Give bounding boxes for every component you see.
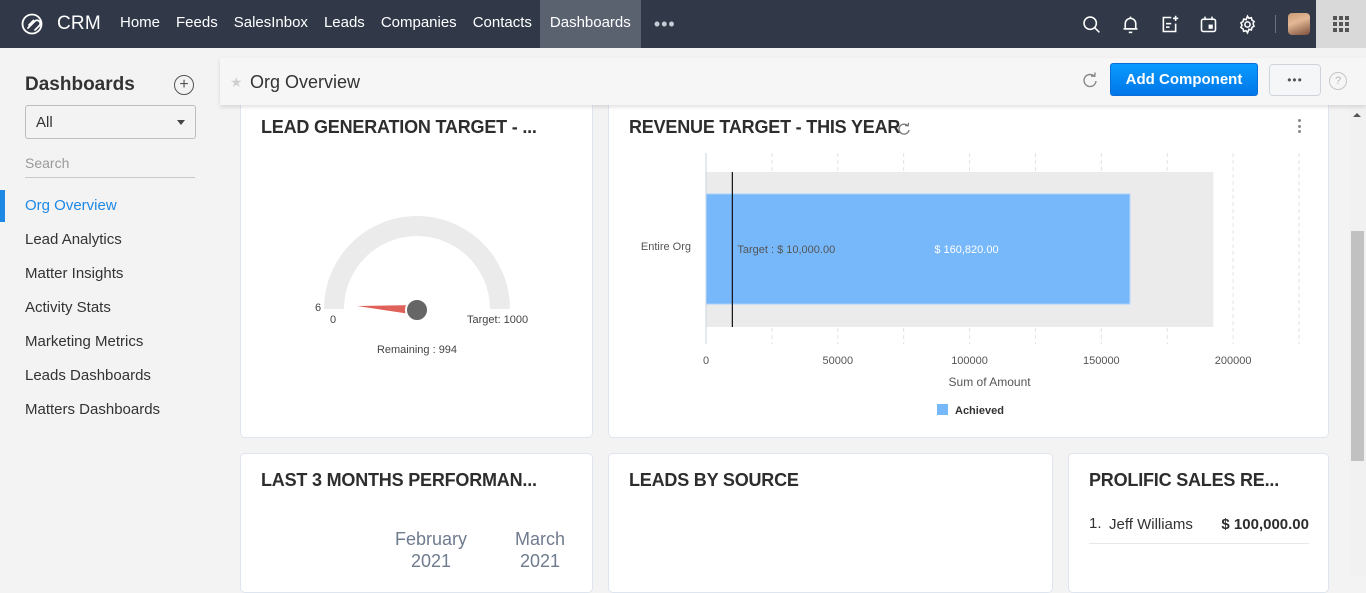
gauge-hub xyxy=(405,298,429,322)
top-navigation: CRM Home Feeds SalesInbox Leads Companie… xyxy=(0,0,1366,48)
last-3-months-performance-card: LAST 3 MONTHS PERFORMAN... February 2021… xyxy=(240,453,593,593)
sidebar-item-activity-stats[interactable]: Activity Stats xyxy=(0,291,220,325)
list-item[interactable]: 1. Jeff Williams $ 100,000.00 xyxy=(1089,514,1309,544)
add-dashboard-button[interactable]: + xyxy=(174,75,194,95)
prolific-sales-reps-card: PROLIFIC SALES RE... 1. Jeff Williams $ … xyxy=(1068,453,1329,593)
help-icon[interactable]: ? xyxy=(1329,72,1347,90)
dashboard-header: ★ Org Overview Add Component ••• ? xyxy=(220,58,1366,105)
x-tick-label: 200000 xyxy=(1215,355,1252,367)
add-note-button[interactable] xyxy=(1150,0,1189,48)
legend-swatch-achieved xyxy=(937,404,948,415)
legend-label-achieved: Achieved xyxy=(955,405,1004,417)
gear-icon xyxy=(1239,14,1256,34)
calendar-button[interactable] xyxy=(1189,0,1228,48)
card-title: LAST 3 MONTHS PERFORMAN... xyxy=(261,470,537,490)
caret-down-icon xyxy=(177,119,185,125)
x-axis-title: Sum of Amount xyxy=(949,375,1032,389)
logo-text: CRM xyxy=(57,13,101,34)
category-label: Entire Org xyxy=(641,241,691,253)
sidebar-title: Dashboards xyxy=(25,74,135,95)
rep-rank: 1. xyxy=(1089,515,1102,532)
dashboard-search-input[interactable]: Search xyxy=(25,152,195,178)
bell-icon xyxy=(1123,16,1138,33)
search-button[interactable] xyxy=(1072,0,1111,48)
gauge-track xyxy=(324,216,510,309)
card-title: LEADS BY SOURCE xyxy=(629,470,799,490)
nav-leads[interactable]: Leads xyxy=(316,0,373,48)
x-tick-label: 0 xyxy=(703,355,709,367)
sidebar-item-org-overview[interactable]: Org Overview xyxy=(0,189,220,223)
sidebar-item-matter-insights[interactable]: Matter Insights xyxy=(0,257,220,291)
nav-divider xyxy=(1275,15,1276,33)
revenue-bar-chart: Entire Org Target : $ 10,000.00 $ 160,82… xyxy=(641,153,1300,417)
x-tick-labels: 0 50000 100000 150000 200000 xyxy=(703,355,1252,367)
bar-data-label: $ 160,820.00 xyxy=(934,244,998,256)
zoho-logo-icon xyxy=(21,13,43,35)
apps-menu-button[interactable] xyxy=(1316,0,1366,48)
x-tick-label: 100000 xyxy=(951,355,988,367)
gauge-target-label: Target: 1000 xyxy=(467,314,528,326)
gauge-min-label: 0 xyxy=(330,314,336,326)
nav-home[interactable]: Home xyxy=(112,0,168,48)
filter-selected-value: All xyxy=(36,113,53,131)
month-name: February xyxy=(394,529,468,549)
nav-right-tools xyxy=(1072,0,1318,48)
add-component-button[interactable]: Add Component xyxy=(1110,63,1258,96)
nav-feeds[interactable]: Feeds xyxy=(168,0,226,48)
nav-more-button[interactable]: ••• xyxy=(641,0,689,48)
page-title: Org Overview xyxy=(250,72,361,92)
month-name: March xyxy=(514,529,565,549)
page-scrollbar[interactable] xyxy=(1349,105,1366,577)
add-note-icon xyxy=(1162,15,1179,32)
x-tick-label: 150000 xyxy=(1083,355,1120,367)
calendar-icon xyxy=(1200,16,1217,32)
rep-name: Jeff Williams xyxy=(1109,516,1193,533)
scroll-up-arrow-icon[interactable] xyxy=(1353,113,1361,117)
target-data-label: Target : $ 10,000.00 xyxy=(737,244,835,256)
nav-dashboards[interactable]: Dashboards xyxy=(539,0,641,48)
search-icon xyxy=(1083,15,1100,33)
dashboards-sidebar: Dashboards + All Search Org Overview Lea… xyxy=(0,48,220,577)
settings-button[interactable] xyxy=(1228,0,1267,48)
sidebar-item-marketing-metrics[interactable]: Marketing Metrics xyxy=(0,325,220,359)
more-options-button[interactable]: ••• xyxy=(1269,64,1321,96)
dashboard-filter-select[interactable]: All xyxy=(25,105,196,139)
gauge-remaining-label: Remaining : 994 xyxy=(377,344,457,356)
nav-companies[interactable]: Companies xyxy=(373,0,465,48)
month-year: 2021 xyxy=(410,551,452,571)
user-avatar[interactable] xyxy=(1288,13,1310,35)
apps-grid-icon xyxy=(1333,16,1349,32)
x-tick-label: 50000 xyxy=(822,355,853,367)
nav-salesinbox[interactable]: SalesInbox xyxy=(226,0,316,48)
sidebar-item-matters-dashboards[interactable]: Matters Dashboards xyxy=(0,393,220,427)
leads-by-source-card: LEADS BY SOURCE xyxy=(608,453,1053,593)
month-year: 2021 xyxy=(519,551,561,571)
crm-logo[interactable]: CRM xyxy=(0,0,112,48)
rep-amount: $ 100,000.00 xyxy=(1221,516,1309,533)
lead-gauge: 6 0 Target: 1000 Remaining : 994 xyxy=(315,216,528,356)
sidebar-item-leads-dashboards[interactable]: Leads Dashboards xyxy=(0,359,220,393)
favorite-star-icon[interactable]: ★ xyxy=(230,74,243,91)
lead-generation-target-card: LEAD GENERATION TARGET - ... 6 0 Target:… xyxy=(240,96,593,438)
notifications-button[interactable] xyxy=(1111,0,1150,48)
nav-contacts[interactable]: Contacts xyxy=(465,0,540,48)
revenue-target-card: REVENUE TARGET - THIS YEAR Entire Org Ta… xyxy=(608,96,1329,438)
month-column-march: March 2021 xyxy=(507,528,573,572)
month-column-february: February 2021 xyxy=(393,528,469,572)
card-title: PROLIFIC SALES RE... xyxy=(1089,470,1280,490)
refresh-dashboard-icon[interactable] xyxy=(1081,71,1099,89)
sidebar-item-lead-analytics[interactable]: Lead Analytics xyxy=(0,223,220,257)
gauge-value-label: 6 xyxy=(315,302,321,314)
scrollbar-thumb[interactable] xyxy=(1351,231,1364,461)
dashboard-list: Org Overview Lead Analytics Matter Insig… xyxy=(0,189,220,427)
